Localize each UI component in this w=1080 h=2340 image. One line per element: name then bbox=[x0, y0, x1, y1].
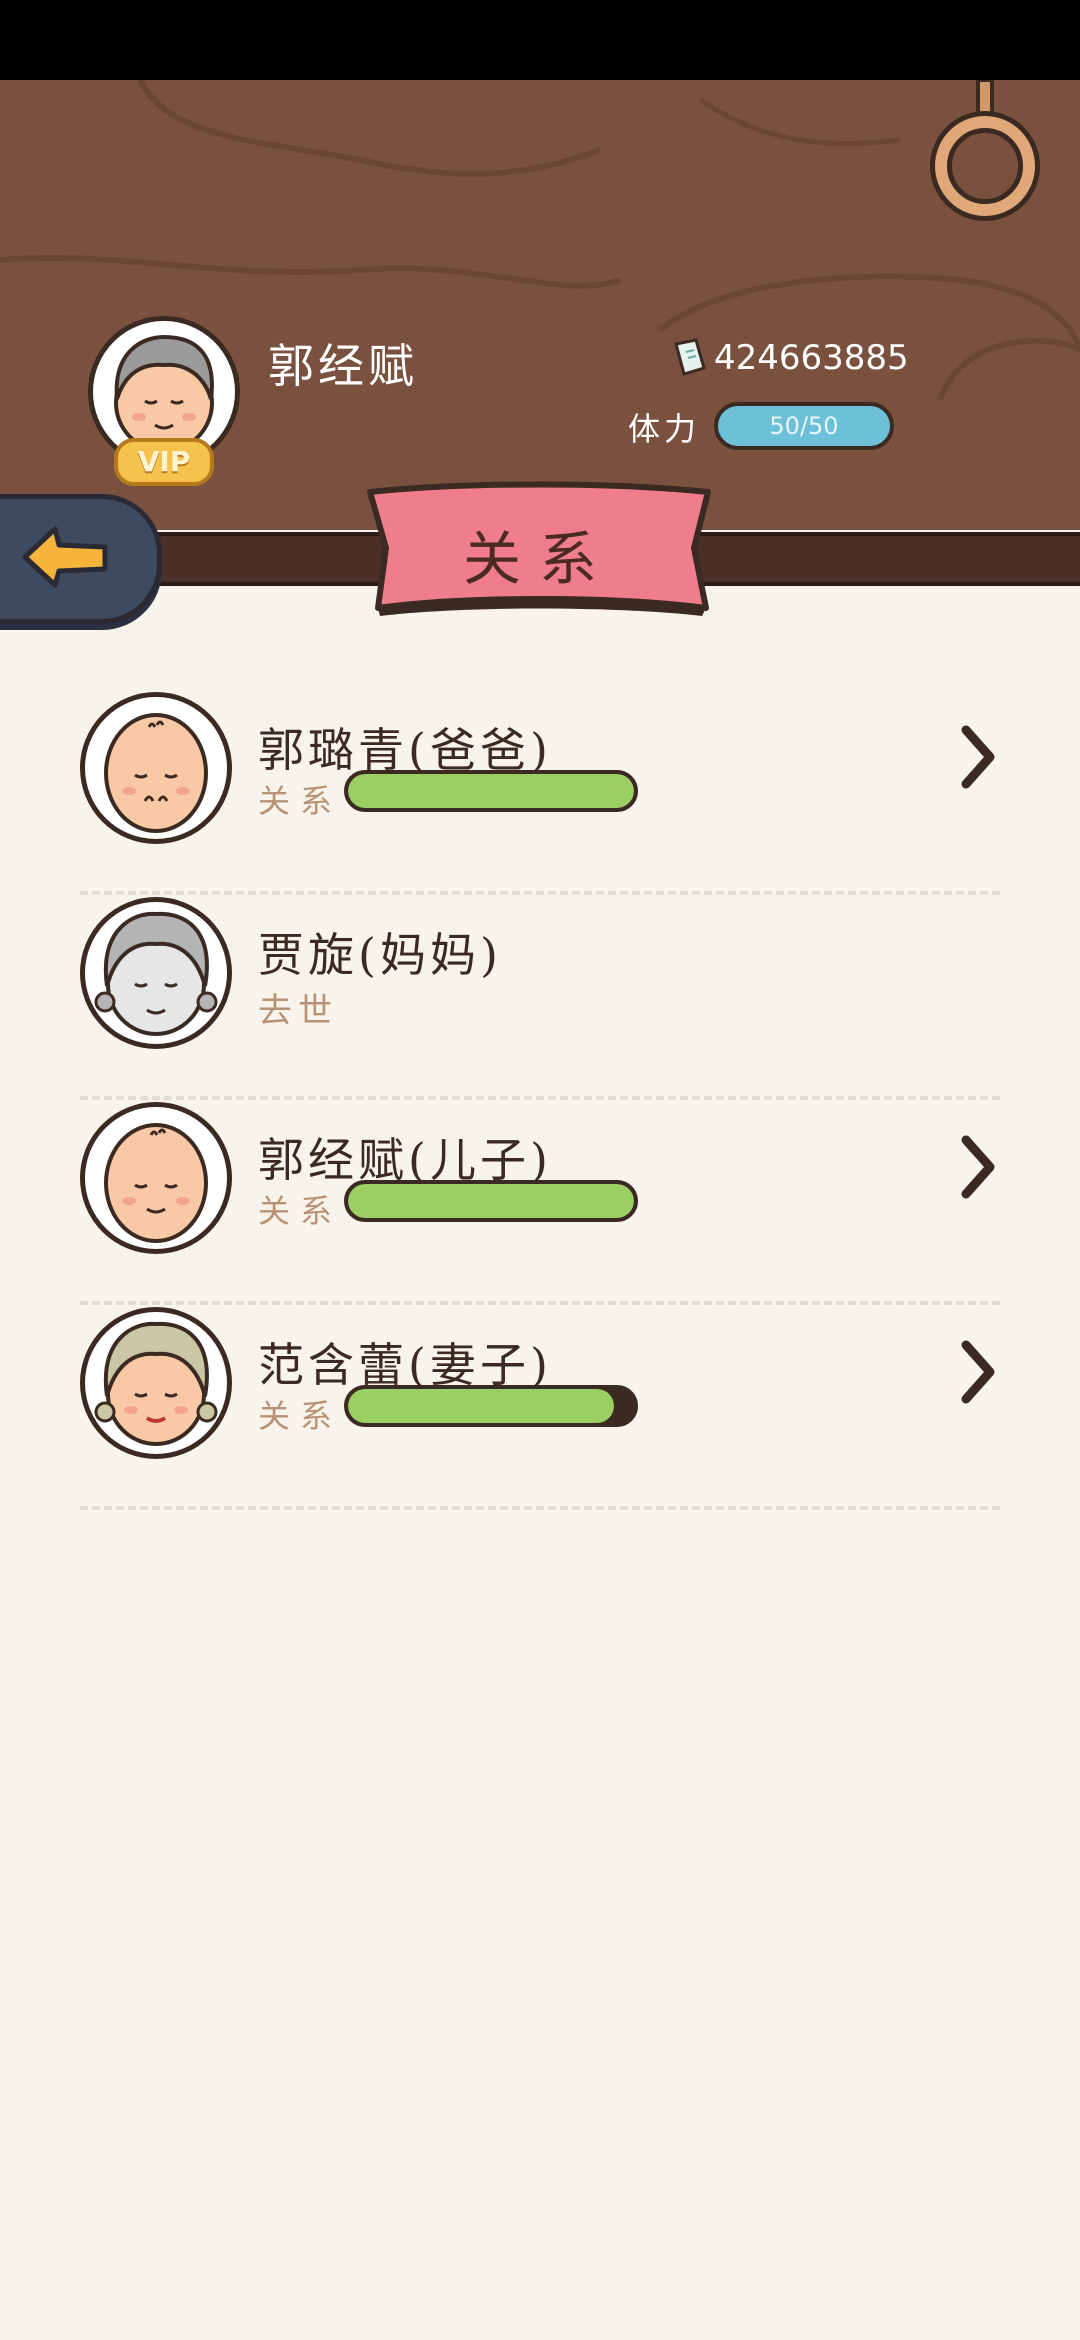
relation-name: 贾旋(妈妈) bbox=[258, 928, 502, 982]
chevron-right-icon[interactable] bbox=[956, 1337, 1000, 1407]
relation-label: 关系 bbox=[258, 1397, 343, 1435]
chevron-right-icon[interactable] bbox=[956, 1132, 1000, 1202]
vip-badge: VIP bbox=[114, 438, 214, 486]
back-button[interactable] bbox=[0, 494, 162, 624]
page-title: 关系 bbox=[462, 525, 615, 593]
man-face-icon bbox=[104, 1123, 208, 1243]
relation-bar bbox=[344, 1180, 638, 1222]
woman-face-icon bbox=[94, 1321, 218, 1446]
wife-avatar bbox=[80, 1307, 232, 1459]
old-woman-face-gray-icon bbox=[94, 911, 218, 1036]
mother-avatar bbox=[80, 897, 232, 1049]
relation-label: 关系 bbox=[258, 1192, 343, 1230]
header-panel: VIP 郭经赋 424663885 体力 50/50 bbox=[0, 80, 1080, 530]
relation-row-father[interactable]: 郭璐青(爸爸) 关系 bbox=[80, 686, 1000, 895]
relation-row-wife[interactable]: 范含蕾(妻子) 关系 bbox=[80, 1301, 1000, 1510]
back-arrow-icon bbox=[22, 526, 108, 588]
relation-label: 关系 bbox=[258, 782, 343, 820]
stamina-label: 体力 bbox=[628, 410, 701, 448]
chevron-right-icon[interactable] bbox=[956, 722, 1000, 792]
son-avatar bbox=[80, 1102, 232, 1254]
status-bar bbox=[0, 0, 1080, 80]
father-avatar bbox=[80, 692, 232, 844]
relation-bar-fill bbox=[348, 1184, 634, 1218]
stamina-bar: 50/50 bbox=[714, 402, 894, 450]
relation-row-son[interactable]: 郭经赋(儿子) 关系 bbox=[80, 1096, 1000, 1305]
ticket-icon bbox=[674, 338, 706, 376]
old-man-face-icon bbox=[104, 713, 208, 833]
player-name: 郭经赋 bbox=[268, 339, 418, 393]
relation-row-mother: 贾旋(妈妈) 去世 bbox=[80, 891, 1000, 1100]
relation-bar bbox=[344, 1385, 638, 1427]
relation-bar-fill bbox=[348, 1389, 614, 1423]
relation-bar bbox=[344, 770, 638, 812]
relation-status: 去世 bbox=[258, 991, 338, 1031]
currency-amount: 424663885 bbox=[714, 338, 909, 378]
currency-display: 424663885 bbox=[672, 338, 909, 378]
hanging-ring-icon[interactable] bbox=[930, 80, 1040, 230]
relation-bar-fill bbox=[348, 774, 634, 808]
